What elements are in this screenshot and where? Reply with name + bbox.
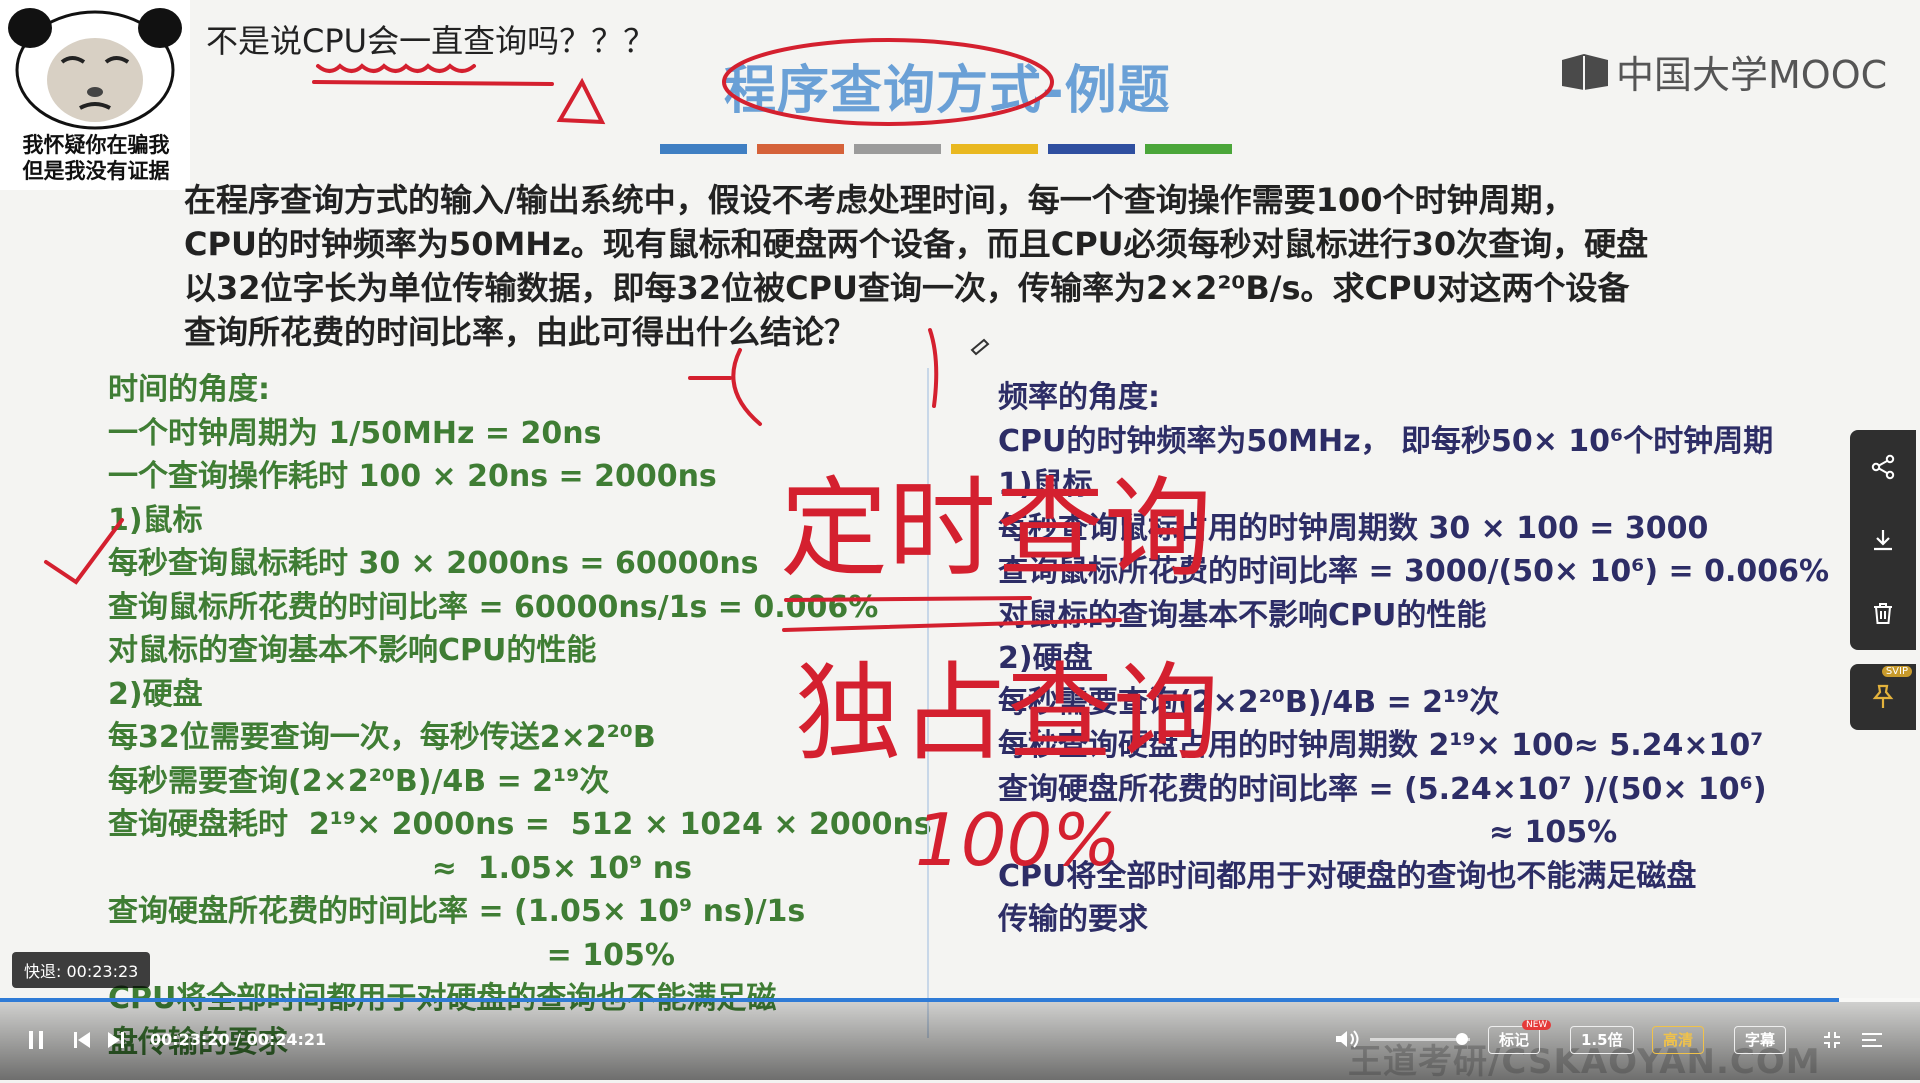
problem-line: 查询所花费的时间比率，由此可得出什么结论？: [184, 313, 857, 351]
column-divider: [927, 368, 929, 1038]
meme-sticker: 我怀疑你在骗我 但是我没有证据: [0, 0, 190, 190]
problem-line: CPU的时钟频率为50MHz。现有鼠标和硬盘两个设备，而且CPU必须每秒对鼠标进…: [184, 225, 1649, 263]
frequency-perspective-line: 对鼠标的查询基本不影响CPU的性能: [998, 597, 1487, 633]
frequency-perspective-line: 2)硬盘: [998, 641, 1093, 676]
frequency-perspective-line: 每秒需要查询(2×2²⁰B)/4B = 2¹⁹次: [998, 684, 1500, 720]
color-bar-1: [660, 144, 747, 154]
frequency-perspective-line: 每秒查询硬盘占用的时钟周期数 2¹⁹× 100≈ 5.24×10⁷: [998, 728, 1764, 763]
panda-face-image: [8, 8, 182, 130]
new-badge: NEW: [1522, 1020, 1552, 1030]
frequency-perspective-column: 频率的角度: CPU的时钟频率为50MHz， 即每秒50× 10⁶个时钟周期 1)鼠…: [998, 376, 1858, 942]
time-perspective-line: = 105%: [108, 937, 675, 973]
mooc-logo-icon: [1562, 53, 1608, 90]
time-perspective-line: 一个查询操作耗时 100 × 20ns = 2000ns: [108, 459, 717, 494]
volume-icon[interactable]: [1334, 1028, 1360, 1050]
previous-icon[interactable]: [72, 1030, 92, 1050]
time-perspective-line: 每秒查询鼠标耗时 30 × 2000ns = 60000ns: [108, 546, 759, 581]
color-bar-5: [1048, 144, 1135, 154]
playlist-icon[interactable]: [1860, 1030, 1884, 1050]
color-bar-3: [854, 144, 941, 154]
time-perspective-line: 一个时钟周期为 1/50MHz = 20ns: [108, 415, 602, 451]
problem-statement: 在程序查询方式的输入/输出系统中，假设不考虑处理时间，每一个查询操作需要100个…: [184, 178, 1744, 354]
time-perspective-line: 查询硬盘所花费的时间比率 = (1.05× 10⁹ ns)/1s: [108, 894, 806, 929]
time-perspective-line: 对鼠标的查询基本不影响CPU的性能: [108, 633, 597, 668]
video-frame[interactable]: 我怀疑你在骗我 但是我没有证据 不是说CPU会一直查询吗？？？ 程序查询方式-例…: [0, 0, 1920, 1080]
time-perspective-line: 查询硬盘耗时 2¹⁹× 2000ns = 512 × 1024 × 2000ns: [108, 807, 932, 842]
mark-button[interactable]: 标记: [1488, 1026, 1541, 1054]
frequency-perspective-line: 频率的角度:: [998, 380, 1160, 415]
frequency-perspective-line: 查询鼠标所花费的时间比率 = 3000/(50× 10⁶) = 0.006%: [998, 554, 1830, 589]
problem-line: 以32位字长为单位传输数据，即每32位被CPU查询一次，传输率为2×2²⁰B/s…: [184, 269, 1630, 307]
slide-title: 程序查询方式-例题: [724, 61, 1171, 121]
frequency-perspective-line: ≈ 105%: [998, 815, 1618, 850]
speed-button[interactable]: 1.5倍: [1570, 1026, 1634, 1054]
side-action-panel: [1850, 430, 1916, 650]
time-perspective-column: 时间的角度: 一个时钟周期为 1/50MHz = 20ns 一个查询操作耗时 100…: [108, 368, 932, 1064]
time-perspective-line: 每秒需要查询(2×2²⁰B)/4B = 2¹⁹次: [108, 763, 610, 799]
pin-icon: [1872, 684, 1894, 708]
problem-line: 在程序查询方式的输入/输出系统中，假设不考虑处理时间，每一个查询操作需要100个…: [184, 181, 1575, 219]
time-perspective-line: 查询鼠标所花费的时间比率 = 60000ns/1s = 0.006%: [108, 589, 879, 625]
playback-time: 00:23:20 / 00:24:21: [150, 1030, 327, 1049]
seek-tooltip: 快退: 00:23:23: [12, 952, 151, 988]
viewer-comment: 不是说CPU会一直查询吗？？？: [206, 22, 656, 60]
mooc-logo-text: 中国大学MOOC: [1616, 53, 1888, 97]
color-bar-6: [1145, 144, 1232, 154]
mooc-logo: 中国大学MOOC: [1560, 44, 1887, 99]
color-bar-4: [951, 144, 1038, 154]
time-perspective-line: 时间的角度:: [108, 372, 270, 407]
subtitle-button[interactable]: 字幕: [1734, 1026, 1787, 1054]
frequency-perspective-line: 每秒查询鼠标占用的时钟周期数 30 × 100 = 3000: [998, 510, 1709, 546]
frequency-perspective-line: 传输的要求: [998, 902, 1148, 937]
trash-icon[interactable]: [1870, 600, 1896, 626]
pause-icon[interactable]: [26, 1029, 46, 1051]
volume-knob[interactable]: [1456, 1033, 1468, 1045]
color-bar-2: [757, 144, 844, 154]
svip-badge: SVIP: [1881, 666, 1912, 677]
pin-favorite-button[interactable]: SVIP: [1850, 664, 1916, 730]
frequency-perspective-line: 1)鼠标: [998, 467, 1093, 502]
frequency-perspective-line: CPU的时钟频率为50MHz， 即每秒50× 10⁶个时钟周期: [998, 423, 1774, 459]
color-bars: [660, 144, 1232, 154]
share-icon[interactable]: [1870, 454, 1896, 480]
frequency-perspective-line: 查询硬盘所花费的时间比率 = (5.24×10⁷ )/(50× 10⁶): [998, 771, 1767, 807]
time-perspective-line: ≈ 1.05× 10⁹ ns: [108, 850, 692, 886]
time-perspective-line: 每32位需要查询一次，每秒传送2×2²⁰B: [108, 720, 656, 755]
exit-fullscreen-icon[interactable]: [1822, 1030, 1842, 1050]
download-icon[interactable]: [1870, 527, 1896, 553]
meme-caption: 我怀疑你在骗我 但是我没有证据: [22, 133, 170, 183]
wavy-underline: [316, 63, 476, 73]
time-perspective-line: 1)鼠标: [108, 502, 203, 538]
frequency-perspective-line: CPU将全部时间都用于对硬盘的查询也不能满足磁盘: [998, 858, 1697, 894]
time-perspective-line: 2)硬盘: [108, 676, 203, 712]
arrow-line: [312, 80, 554, 86]
volume-slider[interactable]: [1370, 1038, 1470, 1041]
next-icon[interactable]: [106, 1030, 126, 1050]
triangle-mark: [556, 77, 606, 125]
quality-button[interactable]: 高清: [1652, 1026, 1705, 1054]
